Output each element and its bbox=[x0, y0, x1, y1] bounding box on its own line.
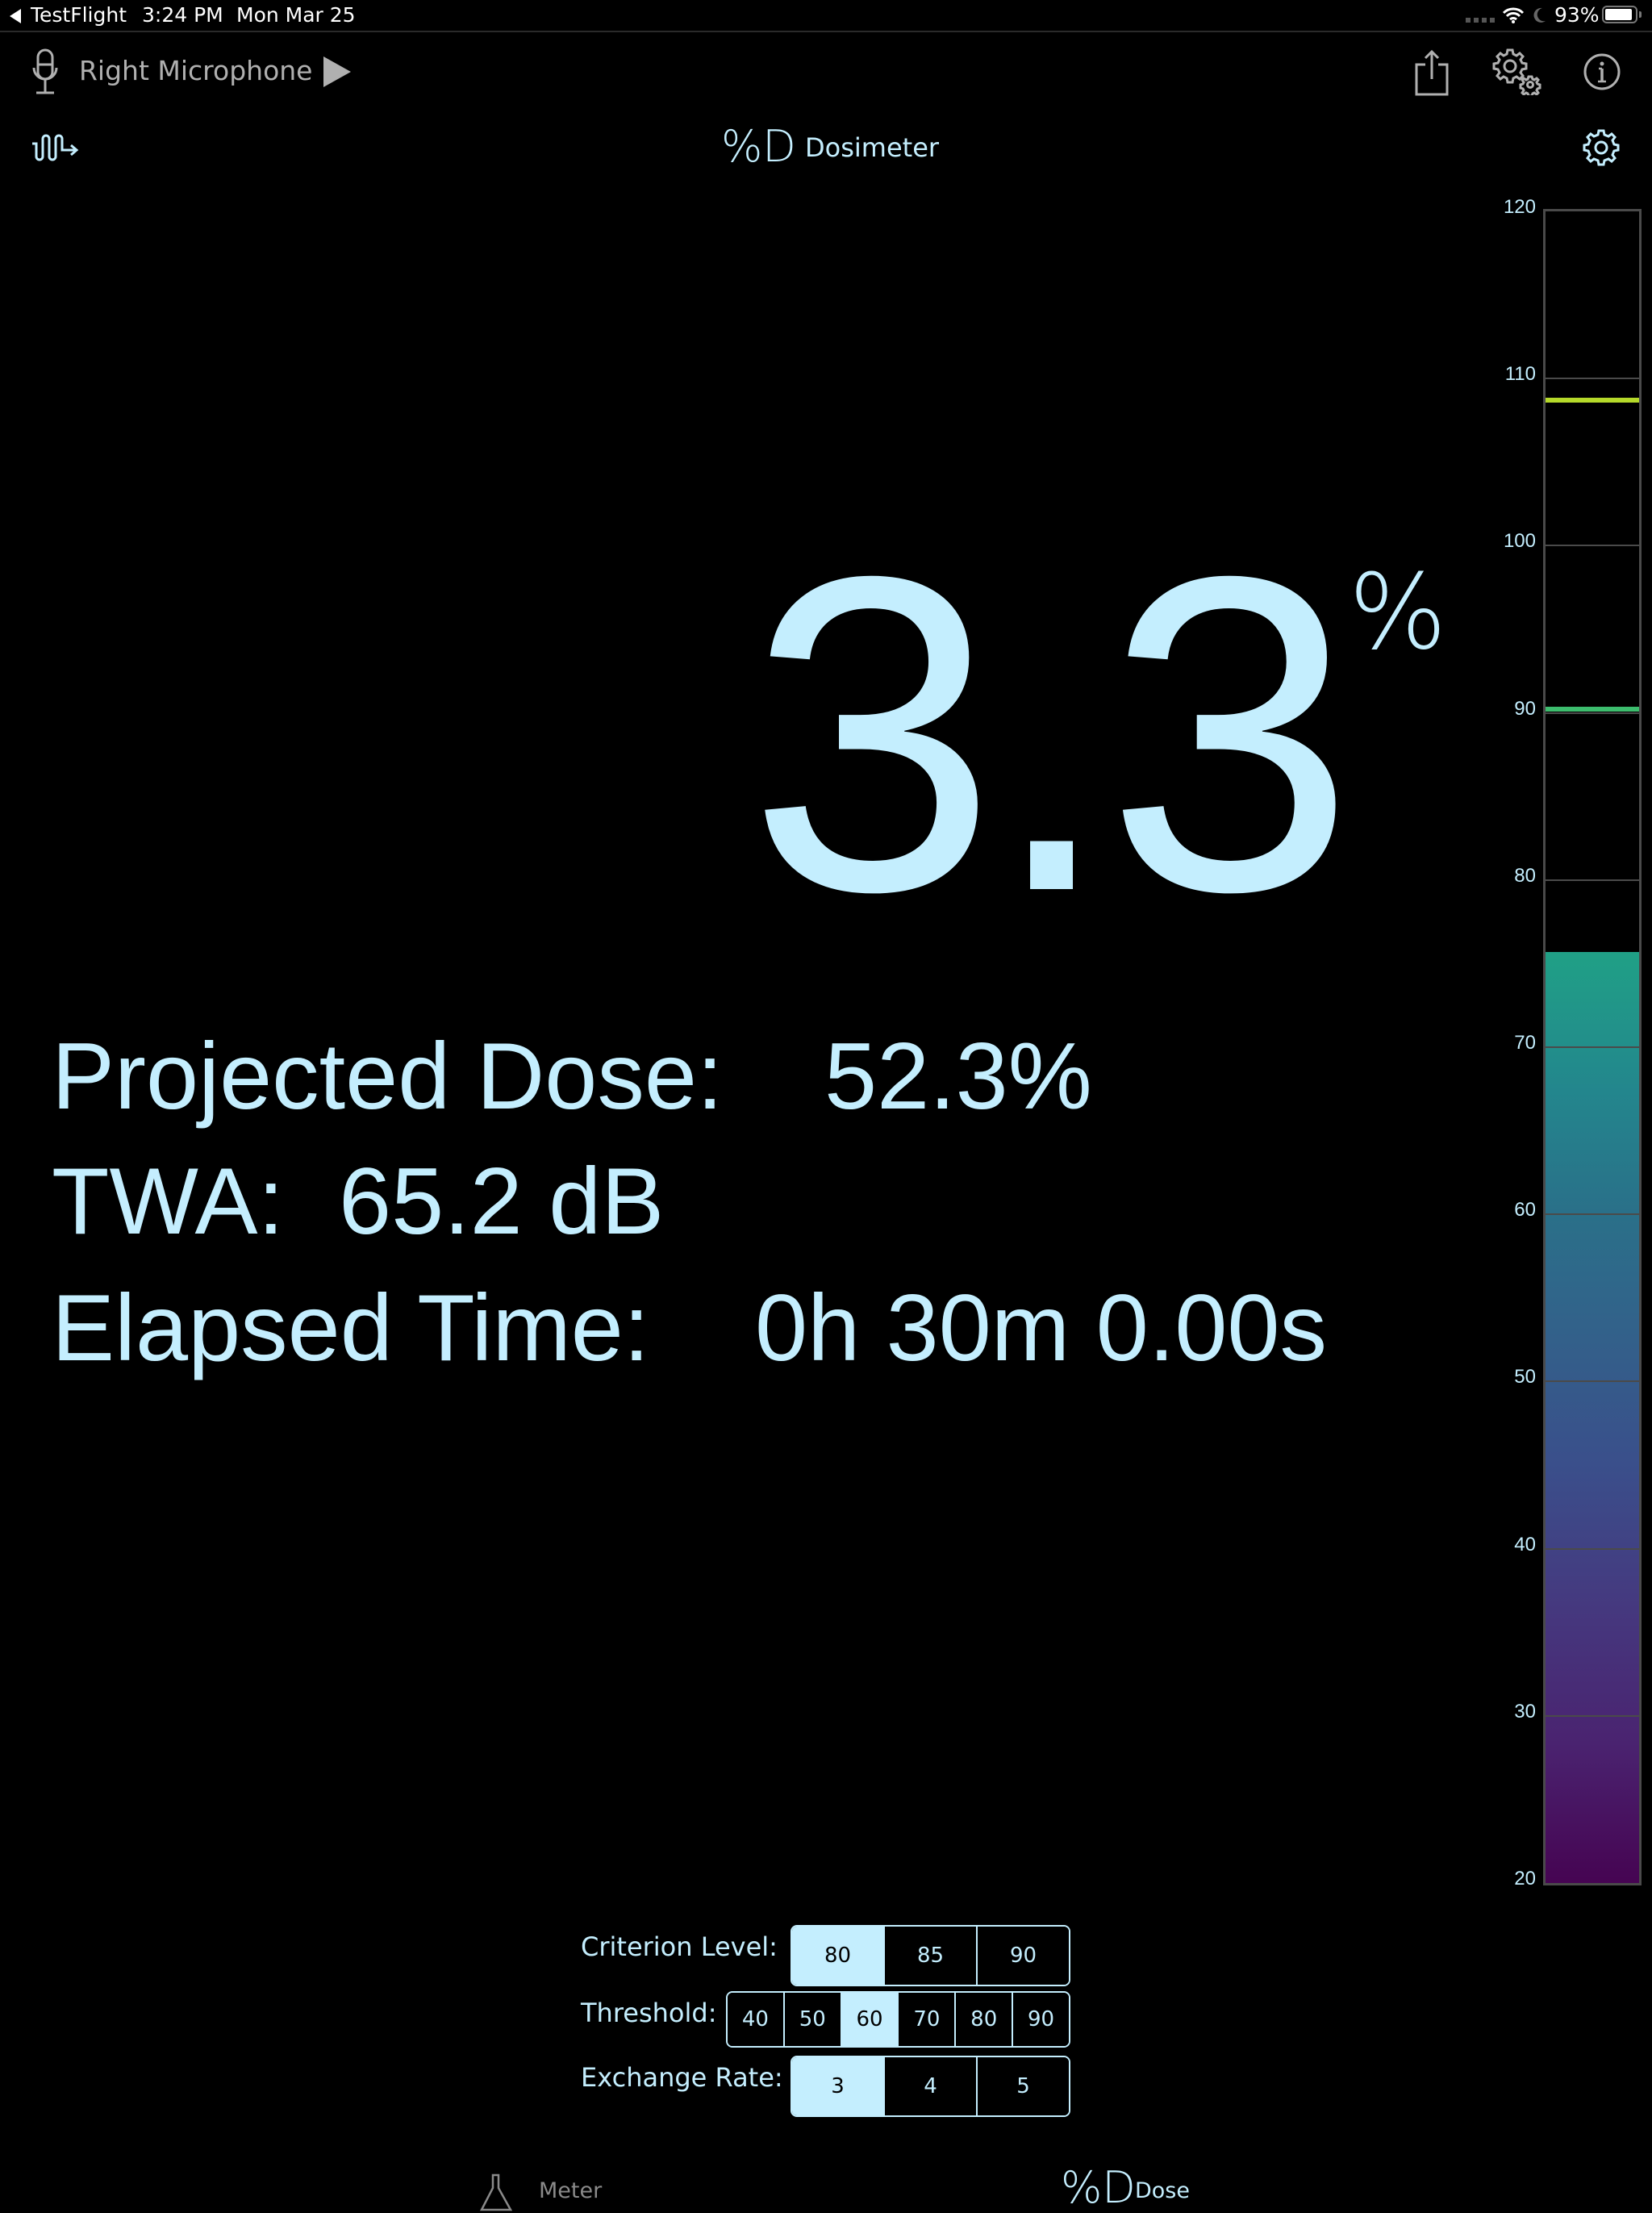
tab-dose[interactable]: %D Dose bbox=[1061, 2162, 1222, 2213]
threshold-label: Threshold: bbox=[581, 1998, 717, 2028]
input-device-selector[interactable]: Right Microphone bbox=[79, 55, 312, 86]
level-meter-gridline bbox=[1546, 1046, 1639, 1048]
exchange-rate-control: 345 bbox=[791, 2056, 1070, 2117]
level-meter-tick-label: 120 bbox=[1503, 196, 1536, 218]
tab-dose-label: Dose bbox=[1135, 2178, 1190, 2203]
threshold-option-60[interactable]: 60 bbox=[840, 1993, 898, 2046]
level-meter-gridline bbox=[1546, 378, 1639, 380]
play-icon[interactable] bbox=[323, 56, 352, 88]
criterion-option-85[interactable]: 85 bbox=[883, 1927, 976, 1985]
criterion-option-90[interactable]: 90 bbox=[976, 1927, 1069, 1985]
level-meter-tick-label: 50 bbox=[1514, 1366, 1536, 1388]
threshold-option-50[interactable]: 50 bbox=[782, 1993, 841, 2046]
peak-level-marker bbox=[1546, 398, 1639, 403]
exchange-rate-label: Exchange Rate: bbox=[581, 2062, 783, 2093]
share-icon[interactable] bbox=[1414, 48, 1450, 97]
level-meter-tick-label: 60 bbox=[1514, 1199, 1536, 1221]
back-app-link[interactable]: TestFlight bbox=[31, 3, 127, 27]
microphone-icon[interactable] bbox=[31, 48, 60, 97]
threshold-option-80[interactable]: 80 bbox=[954, 1993, 1012, 2046]
level-meter-tick-label: 110 bbox=[1504, 363, 1536, 386]
level-meter-gridline bbox=[1546, 1714, 1639, 1717]
page-title: Dosimeter bbox=[805, 132, 940, 163]
secondary-level-marker bbox=[1546, 707, 1639, 712]
criterion-option-80[interactable]: 80 bbox=[792, 1927, 883, 1985]
battery-tip bbox=[1639, 11, 1642, 18]
mode-symbol-icon: %D bbox=[721, 121, 796, 172]
exchange-rate-option-3[interactable]: 3 bbox=[792, 2057, 883, 2115]
wifi-icon bbox=[1502, 7, 1525, 23]
signal-dots-icon bbox=[1466, 18, 1495, 23]
level-meter-gridline bbox=[1546, 1380, 1639, 1383]
battery-percent: 93% bbox=[1554, 3, 1600, 27]
projected-dose-value: 52.3% bbox=[824, 1023, 1092, 1129]
threshold-option-40[interactable]: 40 bbox=[728, 1993, 783, 2046]
level-meter-fill bbox=[1546, 951, 1639, 1883]
level-meter-tick-label: 80 bbox=[1514, 864, 1536, 887]
gear-icon[interactable] bbox=[1583, 129, 1620, 166]
status-bar: TestFlight 3:24 PM Mon Mar 25 93% bbox=[0, 0, 1652, 32]
level-meter-tick-label: 40 bbox=[1514, 1533, 1536, 1555]
threshold-option-90[interactable]: 90 bbox=[1012, 1993, 1069, 2046]
exchange-rate-option-4[interactable]: 4 bbox=[883, 2057, 976, 2115]
projected-dose-label: Projected Dose: bbox=[52, 1023, 724, 1129]
dose-unit: % bbox=[1349, 553, 1447, 673]
level-meter-gridline bbox=[1546, 879, 1639, 881]
elapsed-time-row: Elapsed Time: 0h 30m 0.00s bbox=[52, 1280, 1423, 1377]
twa-value: 65.2 dB bbox=[339, 1148, 665, 1254]
level-meter-gridline bbox=[1546, 545, 1639, 547]
criterion-level-label: Criterion Level: bbox=[581, 1931, 778, 1962]
percent-d-icon: %D bbox=[1061, 2162, 1136, 2213]
level-meter bbox=[1543, 209, 1642, 1885]
dose-value: 3.3 bbox=[748, 483, 1355, 984]
elapsed-time-label: Elapsed Time: bbox=[52, 1275, 650, 1380]
do-not-disturb-moon-icon bbox=[1533, 7, 1546, 23]
level-meter-tick-label: 70 bbox=[1514, 1032, 1536, 1054]
flask-icon bbox=[479, 2173, 513, 2211]
status-date: Mon Mar 25 bbox=[236, 3, 356, 27]
level-meter-tick-label: 30 bbox=[1514, 1700, 1536, 1722]
tab-meter-label: Meter bbox=[539, 2178, 603, 2203]
level-meter-gridline bbox=[1546, 1547, 1639, 1550]
status-time: 3:24 PM bbox=[142, 3, 223, 27]
level-meter-tick-label: 20 bbox=[1514, 1868, 1536, 1889]
threshold-control: 40 50 60 70 80 90 bbox=[726, 1991, 1070, 2048]
projected-dose-row: Projected Dose: 52.3% bbox=[52, 1029, 1181, 1125]
level-meter-gridline bbox=[1546, 1213, 1639, 1216]
elapsed-time-value: 0h 30m 0.00s bbox=[755, 1275, 1327, 1380]
waveform-arrow-icon[interactable] bbox=[31, 132, 81, 161]
twa-row: TWA: 65.2 dB bbox=[52, 1154, 1181, 1251]
battery-icon bbox=[1602, 6, 1637, 23]
gears-icon[interactable] bbox=[1492, 48, 1542, 95]
threshold-option-70[interactable]: 70 bbox=[897, 1993, 955, 2046]
info-icon[interactable] bbox=[1583, 53, 1621, 90]
level-meter-tick-label: 90 bbox=[1514, 697, 1536, 720]
level-meter-gridline bbox=[1546, 712, 1639, 714]
level-meter-tick-label: 100 bbox=[1503, 530, 1536, 553]
twa-label: TWA: bbox=[52, 1148, 285, 1254]
exchange-rate-option-5[interactable]: 5 bbox=[976, 2057, 1069, 2115]
tab-meter[interactable]: Meter bbox=[476, 2170, 637, 2211]
back-triangle-icon[interactable] bbox=[10, 9, 21, 23]
criterion-level-control: 80 85 90 bbox=[791, 1925, 1070, 1986]
